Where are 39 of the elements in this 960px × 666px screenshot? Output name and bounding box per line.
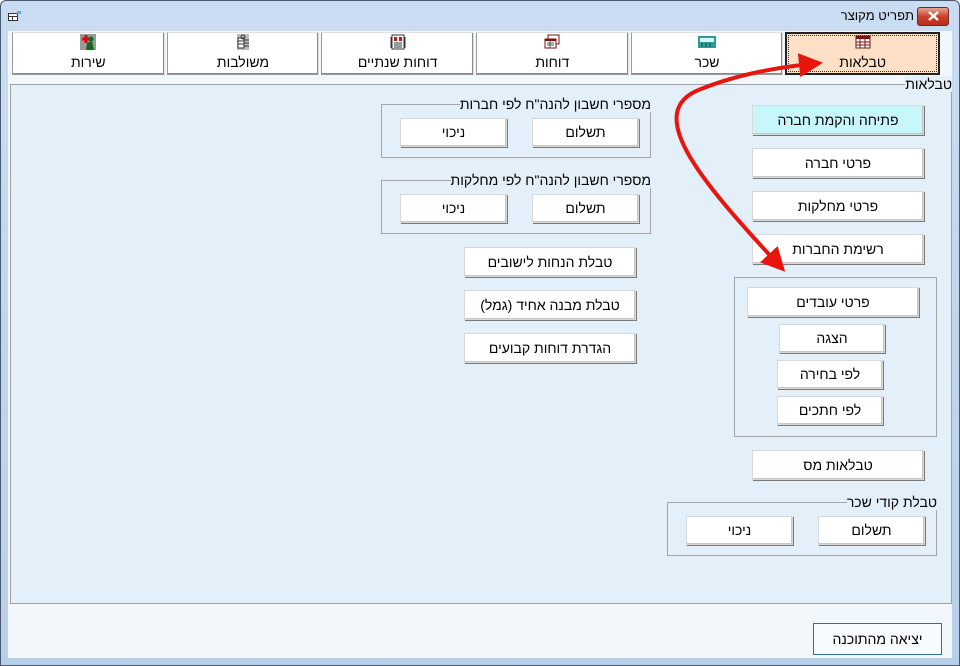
section-title: טבלאות [905,76,952,92]
sub-menu-button[interactable]: הצגה [779,324,885,353]
pair-button[interactable]: תשלום [532,194,639,223]
sub-menu-button[interactable]: לפי בחירה [777,360,883,389]
close-button[interactable] [917,6,949,26]
window-icon [544,34,560,50]
close-icon [928,11,938,21]
tab[interactable]: טבלאות [785,32,940,75]
tab[interactable]: דוחות שנתיים [321,32,474,75]
pair-button[interactable]: ניכוי [400,194,507,223]
pair-button[interactable]: תשלום [818,516,925,545]
menu-button[interactable]: טבלת הנחות לישובים [464,247,636,277]
tab[interactable]: משולבות [166,32,320,75]
group-title: מספרי חשבון להנה"ח לפי מחלקות [450,173,651,188]
menu-button[interactable]: פתיחה והקמת חברה [752,105,924,135]
sub-menu-button[interactable]: לפי חתכים [777,396,883,425]
menu-button[interactable]: פרטי עובדים [747,287,919,317]
menu-button[interactable]: פרטי מחלקות [752,191,924,221]
tab[interactable]: שירות [12,32,165,75]
group-title: טבלת קודי שכר [846,495,937,510]
exit-button[interactable]: יציאה מהתוכנה [813,623,942,655]
calculator-icon [698,34,716,50]
report-grid-icon [390,34,406,50]
pair-button[interactable]: ניכוי [686,516,793,545]
window-title: תפריט מקוצר [840,7,914,26]
menu-button[interactable]: טבלאות מס [752,450,924,480]
pair-button[interactable]: תשלום [532,118,639,147]
menu-button[interactable]: רשימת החברות [752,234,924,264]
app-icon [8,10,22,22]
table-icon [854,34,871,50]
tab[interactable]: דוחות [476,32,629,75]
tab[interactable]: שכר [630,32,784,75]
first-aid-icon [80,34,96,50]
menu-button[interactable]: הגדרת דוחות קבועים [464,333,636,363]
menu-button[interactable]: טבלת מבנה אחיד (גמל) [464,290,636,320]
menu-button[interactable]: פרטי חברה [752,148,924,178]
pair-button[interactable]: ניכוי [400,118,507,147]
document-icon [234,34,251,50]
group-title: מספרי חשבון להנה"ח לפי חברות [460,97,651,112]
